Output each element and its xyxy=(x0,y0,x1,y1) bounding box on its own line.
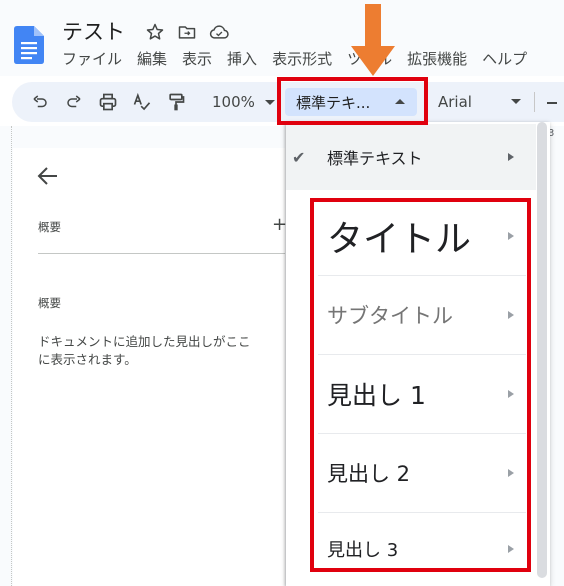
outline-description-line-1: ドキュメントに追加した見出しがここ xyxy=(38,334,251,349)
add-summary-icon[interactable]: + xyxy=(272,214,287,235)
move-to-folder-icon[interactable] xyxy=(176,21,198,43)
chevron-down-icon xyxy=(264,99,275,105)
menu-edit[interactable]: 編集 xyxy=(137,48,167,69)
menu-help[interactable]: ヘルプ xyxy=(482,48,527,69)
title-actions xyxy=(144,21,230,43)
font-value: Arial xyxy=(438,93,472,111)
chevron-down-icon xyxy=(511,99,521,104)
zoom-select[interactable]: 100% xyxy=(212,82,275,122)
orange-arrow-icon xyxy=(351,4,395,76)
check-icon: ✔ xyxy=(292,147,306,167)
undo-icon[interactable] xyxy=(28,90,52,114)
submenu-arrow-icon xyxy=(508,153,514,161)
menu-view[interactable]: 表示 xyxy=(182,48,212,69)
zoom-value: 100% xyxy=(212,93,255,111)
menu-format[interactable]: 表示形式 xyxy=(272,48,332,69)
redo-icon[interactable] xyxy=(62,90,86,114)
outline-heading-label: 概要 xyxy=(38,296,61,310)
star-icon[interactable] xyxy=(144,21,166,43)
spellcheck-icon[interactable] xyxy=(130,90,154,114)
font-select[interactable]: Arial xyxy=(438,88,524,116)
summary-label: 概要 xyxy=(38,220,61,234)
app-header: テスト ファイル 編集 表示 挿入 表示形式 ツール 拡張機能 ヘルプ xyxy=(0,0,564,76)
menu-item-normal-text[interactable]: ✔ 標準テキスト xyxy=(286,124,536,190)
font-size-decrease-icon[interactable] xyxy=(547,102,557,104)
menu-scrollbar-thumb[interactable] xyxy=(537,122,547,578)
highlight-box-heading-styles xyxy=(310,198,531,572)
docs-logo-icon[interactable] xyxy=(14,26,44,64)
paint-format-icon[interactable] xyxy=(164,90,188,114)
menu-item-label: 標準テキスト xyxy=(327,149,423,168)
document-title[interactable]: テスト xyxy=(62,16,125,46)
menu-insert[interactable]: 挿入 xyxy=(227,48,257,69)
outline-empty-description: ドキュメントに追加した見出しがここ に表示されます。 xyxy=(38,333,285,369)
back-arrow-icon[interactable] xyxy=(36,165,60,187)
vertical-ruler xyxy=(0,126,12,586)
menu-bar: ファイル 編集 表示 挿入 表示形式 ツール 拡張機能 ヘルプ xyxy=(62,48,527,69)
menu-extensions[interactable]: 拡張機能 xyxy=(407,48,467,69)
toolbar-divider xyxy=(534,92,535,112)
cloud-saved-icon[interactable] xyxy=(208,21,230,43)
menu-file[interactable]: ファイル xyxy=(62,48,122,69)
outline-divider xyxy=(38,253,285,254)
print-icon[interactable] xyxy=(96,90,120,114)
highlight-box-style-select xyxy=(277,77,428,125)
outline-description-line-2: に表示されます。 xyxy=(38,352,137,367)
